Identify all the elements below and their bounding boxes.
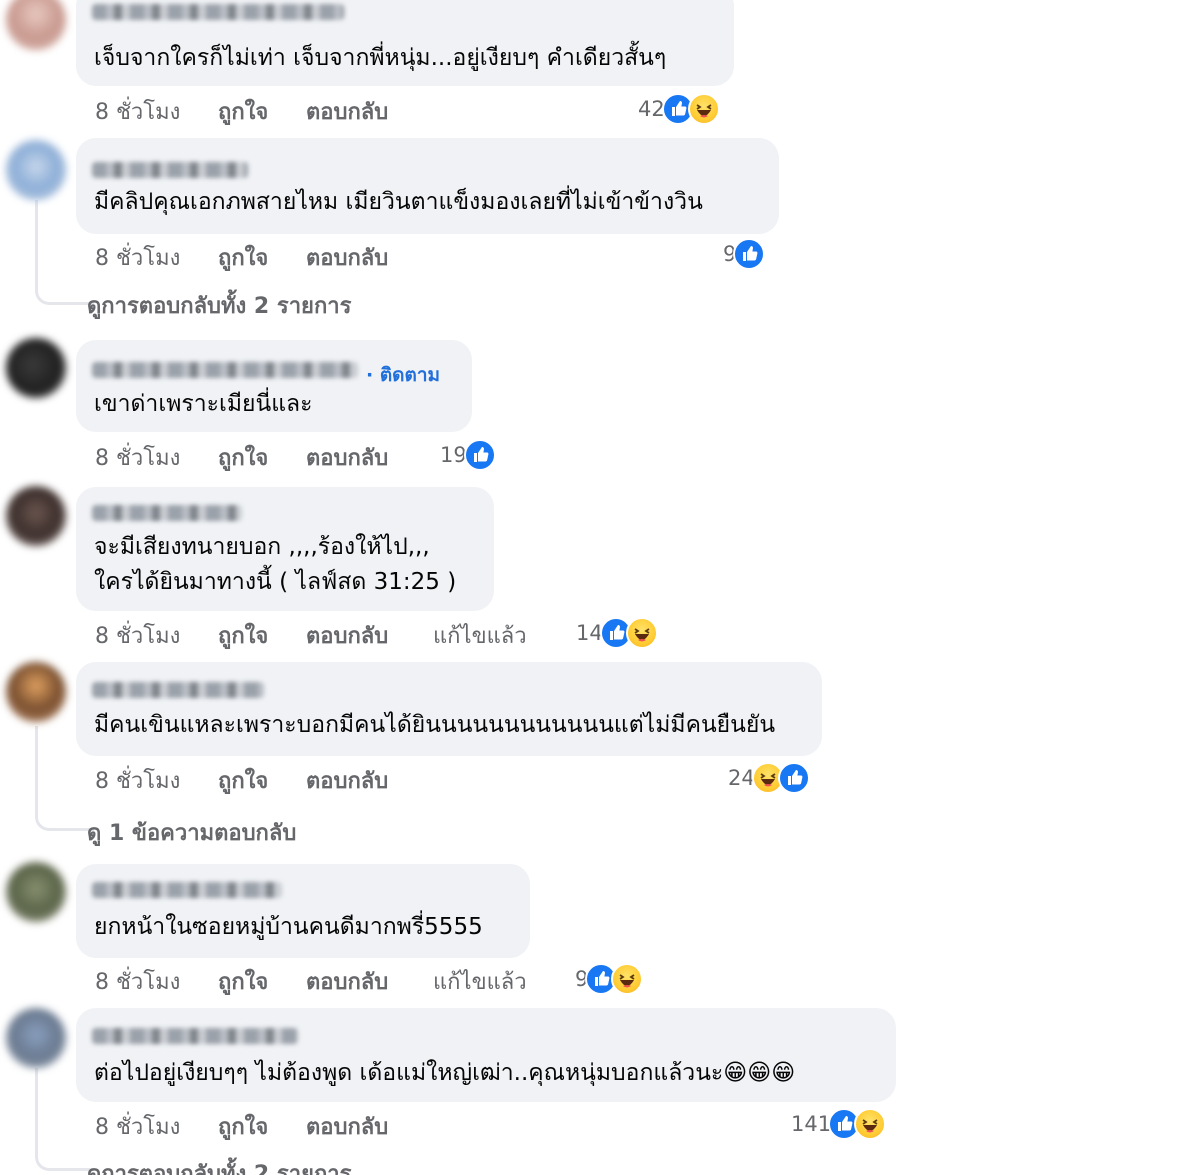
comment-text: เขาด่าเพราะเมียนี่และ [94, 387, 313, 422]
comment-bubble: · ติดตาม เขาด่าเพราะเมียนี่และ [76, 340, 472, 432]
follow-link[interactable]: · ติดตาม [366, 360, 440, 390]
comment-text: ยกหน้าในซอยหมู่บ้านคนดีมากพรี่5555 [94, 910, 483, 945]
comment-text-line: มีคนเขินแหละเพราะบอกมีคนได้ยินนนนนนนนนนน… [94, 712, 776, 738]
reaction-summary[interactable]: 9 [575, 963, 644, 995]
haha-icon [625, 617, 658, 649]
comment-text: มีคลิปคุณเอกภพสายไหม เมียวินตาแข็งมองเลย… [94, 185, 703, 220]
comment-bubble: เจ็บจากใครก็ไม่เท่า เจ็บจากพี่หนุ่ม...อย… [76, 0, 734, 86]
comment-text-line: มีคลิปคุณเอกภพสายไหม เมียวินตาแข็งมองเลย… [94, 189, 703, 215]
like-button[interactable]: ถูกใจ [218, 618, 268, 653]
reply-button[interactable]: ตอบกลับ [306, 964, 388, 999]
reply-button[interactable]: ตอบกลับ [306, 240, 388, 275]
like-button[interactable]: ถูกใจ [218, 240, 268, 275]
reaction-count: 24 [728, 766, 755, 790]
reaction-count: 141 [791, 1112, 832, 1136]
comment-bubble: ยกหน้าในซอยหมู่บ้านคนดีมากพรี่5555 [76, 864, 530, 958]
like-button[interactable]: ถูกใจ [218, 964, 268, 999]
view-replies-link[interactable]: ดู 1 ข้อความตอบกลับ [87, 815, 296, 850]
commenter-name-redacted[interactable] [92, 882, 282, 898]
reply-button[interactable]: ตอบกลับ [306, 440, 388, 475]
reaction-summary[interactable]: 42 [638, 93, 720, 125]
avatar[interactable] [6, 862, 66, 922]
like-icon [463, 439, 496, 471]
reply-button[interactable]: ตอบกลับ [306, 1109, 388, 1144]
comment-timestamp[interactable]: 8 ชั่วโมง [95, 964, 180, 999]
commenter-name-redacted[interactable] [92, 4, 344, 20]
reply-button[interactable]: ตอบกลับ [306, 94, 388, 129]
comment-bubble: ต่อไปอยู่เงียบๆๆ ไม่ต้องพูด เด้อแม่ใหญ่เ… [76, 1008, 896, 1102]
comment-timestamp[interactable]: 8 ชั่วโมง [95, 240, 180, 275]
commenter-name-redacted[interactable] [92, 162, 248, 178]
comment-text-line: ต่อไปอยู่เงียบๆๆ ไม่ต้องพูด เด้อแม่ใหญ่เ… [94, 1060, 796, 1086]
reaction-summary[interactable]: 141 [791, 1108, 887, 1140]
comment-timestamp[interactable]: 8 ชั่วโมง [95, 763, 180, 798]
comment-bubble: มีคนเขินแหละเพราะบอกมีคนได้ยินนนนนนนนนนน… [76, 662, 822, 756]
avatar[interactable] [6, 1008, 66, 1068]
comment-text-line: ยกหน้าในซอยหมู่บ้านคนดีมากพรี่5555 [94, 914, 483, 940]
avatar[interactable] [6, 338, 66, 398]
like-button[interactable]: ถูกใจ [218, 763, 268, 798]
haha-icon [611, 963, 644, 995]
like-icon [777, 762, 810, 794]
reply-button[interactable]: ตอบกลับ [306, 618, 388, 653]
comment-text-line: เขาด่าเพราะเมียนี่และ [94, 391, 313, 417]
avatar[interactable] [6, 486, 66, 546]
like-button[interactable]: ถูกใจ [218, 440, 268, 475]
comment-timestamp[interactable]: 8 ชั่วโมง [95, 618, 180, 653]
comment-text-line: ใครได้ยินมาทางนี้ ( ไลฟ์สด 31:25 ) [94, 569, 457, 595]
comment-bubble: มีคลิปคุณเอกภพสายไหม เมียวินตาแข็งมองเลย… [76, 138, 779, 234]
edited-label: แก้ไขแล้ว [433, 970, 527, 995]
comment-text: ต่อไปอยู่เงียบๆๆ ไม่ต้องพูด เด้อแม่ใหญ่เ… [94, 1056, 795, 1091]
comment-text: มีคนเขินแหละเพราะบอกมีคนได้ยินนนนนนนนนนน… [94, 708, 775, 743]
like-button[interactable]: ถูกใจ [218, 1109, 268, 1144]
reaction-summary[interactable]: 14 [576, 617, 658, 649]
comment-text-line: จะมีเสียงทนายบอก ,,,,ร้องให้ไป,,, [94, 534, 430, 560]
reaction-summary[interactable]: 24 [728, 762, 810, 794]
commenter-name-redacted[interactable] [92, 362, 358, 378]
comment-bubble: จะมีเสียงทนายบอก ,,,,ร้องให้ไป,,, ใครได้… [76, 487, 494, 611]
avatar[interactable] [6, 0, 66, 50]
comment-text-line: เจ็บจากใครก็ไม่เท่า เจ็บจากพี่หนุ่ม...อย… [94, 45, 667, 71]
edited-label: แก้ไขแล้ว [433, 624, 527, 649]
reaction-count: 19 [440, 443, 467, 467]
comment-timestamp[interactable]: 8 ชั่วโมง [95, 1109, 180, 1144]
reaction-summary[interactable]: 19 [440, 439, 496, 471]
reaction-summary[interactable]: 9 [723, 238, 766, 270]
haha-icon [854, 1108, 887, 1140]
avatar[interactable] [6, 140, 66, 200]
comment-timestamp[interactable]: 8 ชั่วโมง [95, 440, 180, 475]
like-icon [733, 238, 766, 270]
commenter-name-redacted[interactable] [92, 1028, 298, 1044]
view-replies-link[interactable]: ดูการตอบกลับทั้ง 2 รายการ [87, 1156, 351, 1175]
comment-thread: เจ็บจากใครก็ไม่เท่า เจ็บจากพี่หนุ่ม...อย… [0, 0, 1200, 1175]
reply-button[interactable]: ตอบกลับ [306, 763, 388, 798]
comment-text: เจ็บจากใครก็ไม่เท่า เจ็บจากพี่หนุ่ม...อย… [94, 41, 666, 76]
comment-text: จะมีเสียงทนายบอก ,,,,ร้องให้ไป,,, ใครได้… [94, 530, 456, 600]
reaction-count: 42 [638, 97, 665, 121]
commenter-name-redacted[interactable] [92, 682, 264, 698]
view-replies-link[interactable]: ดูการตอบกลับทั้ง 2 รายการ [87, 288, 351, 323]
reaction-count: 14 [576, 621, 603, 645]
comment-timestamp[interactable]: 8 ชั่วโมง [95, 94, 180, 129]
commenter-name-redacted[interactable] [92, 505, 242, 521]
avatar[interactable] [6, 662, 66, 722]
haha-icon [687, 93, 720, 125]
like-button[interactable]: ถูกใจ [218, 94, 268, 129]
